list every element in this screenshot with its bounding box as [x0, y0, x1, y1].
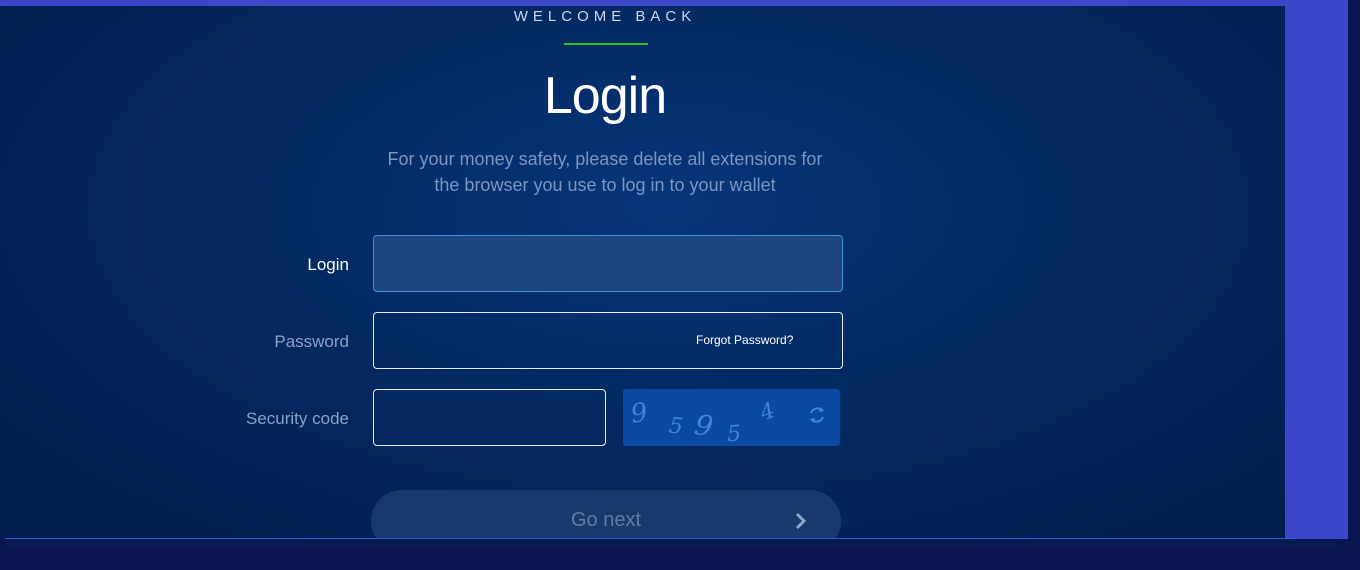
bottom-bar	[0, 539, 1360, 570]
forgot-password-link[interactable]: Forgot Password?	[696, 333, 793, 347]
login-input[interactable]	[373, 235, 843, 292]
login-page: WELCOME BACK Login For your money safety…	[0, 6, 1285, 538]
captcha-digit: 5	[668, 413, 685, 439]
captcha-digit: 4	[756, 398, 779, 427]
captcha-digit: 9	[692, 408, 715, 444]
password-label: Password	[274, 332, 349, 351]
side-gap	[1348, 0, 1360, 570]
safety-notice: For your money safety, please delete all…	[350, 146, 860, 198]
captcha-digit: 5	[726, 421, 742, 446]
page-title: Login	[543, 67, 667, 125]
captcha-digit: 9	[629, 398, 650, 430]
login-label: Login	[307, 255, 349, 274]
safety-notice-line-1: For your money safety, please delete all…	[387, 149, 823, 169]
go-next-button[interactable]: Go next	[371, 490, 841, 538]
go-next-label: Go next	[570, 509, 642, 531]
security-code-label: Security code	[246, 409, 349, 428]
safety-notice-line-2: the browser you use to log in to your wa…	[434, 175, 776, 195]
chevron-right-icon	[795, 512, 807, 530]
accent-divider	[564, 43, 648, 45]
welcome-heading: WELCOME BACK	[513, 8, 697, 25]
refresh-icon[interactable]	[805, 403, 829, 427]
security-code-input[interactable]	[373, 389, 606, 446]
